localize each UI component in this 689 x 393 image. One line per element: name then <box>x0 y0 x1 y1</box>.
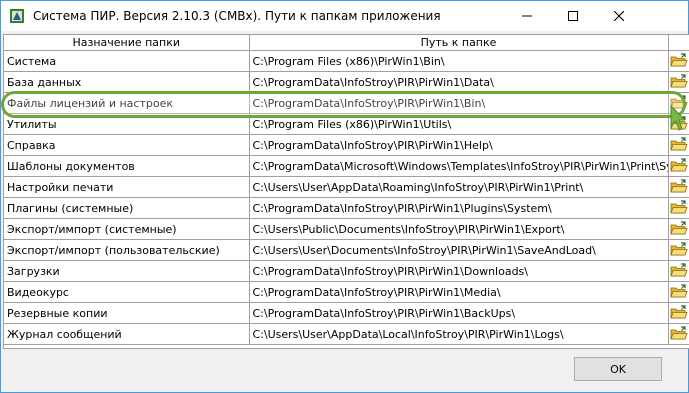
folder-path-cell[interactable]: C:\ProgramData\InfoStroy\PIR\PirWin1\Bin… <box>249 92 669 114</box>
table-row[interactable]: Экспорт/импорт (системные) C:\Users\Publi… <box>4 218 689 240</box>
table-row[interactable]: Справка C:\ProgramData\InfoStroy\PIR\PirW… <box>4 134 689 156</box>
table-row[interactable]: Плагины (системные) C:\ProgramData\InfoSt… <box>4 197 689 219</box>
minimize-icon <box>522 15 532 17</box>
title-bar[interactable]: Система ПИР. Версия 2.10.3 (СМВх). Пути … <box>1 1 688 31</box>
folder-path-cell[interactable]: C:\Program Files (x86)\PirWin1\Bin\ <box>249 50 669 72</box>
close-icon <box>614 11 624 21</box>
open-folder-icon[interactable] <box>670 326 688 342</box>
browse-cell <box>668 302 689 324</box>
browse-cell <box>668 92 689 114</box>
window-title: Система ПИР. Версия 2.10.3 (СМВх). Пути … <box>33 9 441 23</box>
column-header-path[interactable]: Путь к папке <box>249 35 669 51</box>
table-row[interactable]: Утилиты C:\Program Files (x86)\PirWin1\Ut… <box>4 113 689 135</box>
column-header-purpose[interactable]: Назначение папки <box>4 35 250 51</box>
folder-purpose-cell: Файлы лицензий и настроек <box>4 92 250 114</box>
app-window: Система ПИР. Версия 2.10.3 (СМВх). Пути … <box>0 0 689 393</box>
folder-purpose-cell: Настройки печати <box>4 176 250 198</box>
maximize-icon <box>568 11 578 21</box>
table-row[interactable]: Экспорт/импорт (пользовательские) C:\User… <box>4 239 689 261</box>
browse-cell <box>668 113 689 135</box>
folder-path-cell[interactable]: C:\Users\Public\Documents\InfoStroy\PIR\… <box>249 218 669 240</box>
folder-purpose-cell: Шаблоны документов <box>4 155 250 177</box>
table-row[interactable]: Загрузки C:\ProgramData\InfoStroy\PIR\Pir… <box>4 260 689 282</box>
close-button[interactable] <box>596 1 642 31</box>
folder-path-cell[interactable]: C:\ProgramData\InfoStroy\PIR\PirWin1\Hel… <box>249 134 669 156</box>
folder-purpose-cell: База данных <box>4 71 250 93</box>
open-folder-icon[interactable] <box>670 242 688 258</box>
table-row[interactable]: Шаблоны документов C:\ProgramData\Microso… <box>4 155 689 177</box>
folder-path-cell[interactable]: C:\Users\User\AppData\Local\InfoStroy\PI… <box>249 323 669 345</box>
open-folder-icon[interactable] <box>670 200 688 216</box>
folder-purpose-cell: Утилиты <box>4 113 250 135</box>
table-row[interactable]: Видеокурс C:\ProgramData\InfoStroy\PIR\Pi… <box>4 281 689 303</box>
open-folder-icon[interactable] <box>670 53 688 69</box>
open-folder-icon[interactable] <box>670 137 688 153</box>
folder-path-cell[interactable]: C:\ProgramData\InfoStroy\PIR\PirWin1\Dow… <box>249 260 669 282</box>
column-header-browse <box>668 35 689 51</box>
open-folder-icon[interactable] <box>670 179 688 195</box>
browse-cell <box>668 260 689 282</box>
open-folder-icon[interactable] <box>670 305 688 321</box>
folder-purpose-cell: Справка <box>4 134 250 156</box>
folder-purpose-cell: Экспорт/импорт (системные) <box>4 218 250 240</box>
browse-cell <box>668 155 689 177</box>
folder-purpose-cell: Видеокурс <box>4 281 250 303</box>
table-row[interactable]: Система C:\Program Files (x86)\PirWin1\Bi… <box>4 50 689 72</box>
browse-cell <box>668 197 689 219</box>
folder-purpose-cell: Загрузки <box>4 260 250 282</box>
browse-cell <box>668 176 689 198</box>
folder-path-cell[interactable]: C:\Program Files (x86)\PirWin1\Utils\ <box>249 113 669 135</box>
folder-path-cell[interactable]: C:\ProgramData\InfoStroy\PIR\PirWin1\Med… <box>249 281 669 303</box>
table-row[interactable]: Резервные копии C:\ProgramData\InfoStroy\… <box>4 302 689 324</box>
table-row[interactable]: Файлы лицензий и настроек C:\ProgramData\… <box>4 92 689 114</box>
folder-purpose-cell: Система <box>4 50 250 72</box>
browse-cell <box>668 71 689 93</box>
table-row[interactable]: Журнал сообщений C:\Users\User\AppData\Lo… <box>4 323 689 345</box>
folders-table: Назначение папки Путь к папке Система C:\… <box>4 35 689 345</box>
open-folder-icon[interactable] <box>670 95 688 111</box>
open-folder-icon[interactable] <box>670 284 688 300</box>
folder-path-cell[interactable]: C:\Users\User\AppData\Roaming\InfoStroy\… <box>249 176 669 198</box>
browse-cell <box>668 50 689 72</box>
folder-path-cell[interactable]: C:\ProgramData\InfoStroy\PIR\PirWin1\Dat… <box>249 71 669 93</box>
minimize-button[interactable] <box>504 1 550 31</box>
browse-cell <box>668 281 689 303</box>
open-folder-icon[interactable] <box>670 116 688 132</box>
open-folder-icon[interactable] <box>670 158 688 174</box>
maximize-button[interactable] <box>550 1 596 31</box>
ok-button[interactable]: OK <box>574 357 662 381</box>
folder-path-cell[interactable]: C:\ProgramData\Microsoft\Windows\Templat… <box>249 155 669 177</box>
app-icon <box>10 9 24 23</box>
folder-purpose-cell: Экспорт/импорт (пользовательские) <box>4 239 250 261</box>
open-folder-icon[interactable] <box>670 221 688 237</box>
browse-cell <box>668 218 689 240</box>
folder-path-cell[interactable]: C:\ProgramData\InfoStroy\PIR\PirWin1\Bac… <box>249 302 669 324</box>
table-row[interactable]: Настройки печати C:\Users\User\AppData\Ro… <box>4 176 689 198</box>
open-folder-icon[interactable] <box>670 263 688 279</box>
folder-path-cell[interactable]: C:\ProgramData\InfoStroy\PIR\PirWin1\Plu… <box>249 197 669 219</box>
folder-purpose-cell: Резервные копии <box>4 302 250 324</box>
folders-grid: Назначение папки Путь к папке Система C:\… <box>3 34 689 349</box>
folder-path-cell[interactable]: C:\Users\User\Documents\InfoStroy\PIR\Pi… <box>249 239 669 261</box>
table-row[interactable]: База данных C:\ProgramData\InfoStroy\PIR\… <box>4 71 689 93</box>
browse-cell <box>668 323 689 345</box>
browse-cell <box>668 134 689 156</box>
browse-cell <box>668 239 689 261</box>
folder-purpose-cell: Журнал сообщений <box>4 323 250 345</box>
table-header-row: Назначение папки Путь к папке <box>4 35 689 51</box>
folder-purpose-cell: Плагины (системные) <box>4 197 250 219</box>
open-folder-icon[interactable] <box>670 74 688 90</box>
